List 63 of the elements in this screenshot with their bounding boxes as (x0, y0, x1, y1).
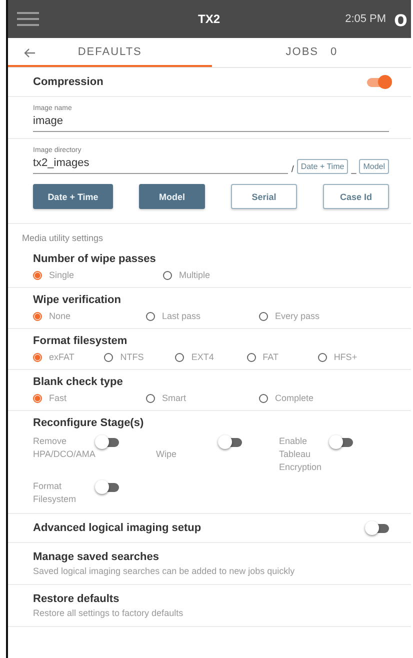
radio-button[interactable] (146, 312, 155, 320)
section-heading: Media utility settings (8, 223, 411, 247)
radio-button[interactable] (163, 270, 172, 280)
tab[interactable]: JOBS 0 (212, 38, 411, 67)
logo: o (394, 8, 407, 30)
group-title: Blank check type (33, 376, 124, 388)
toggle-label: Wipe (156, 448, 178, 462)
radio-label: Every pass (275, 311, 320, 321)
toggle-switch[interactable] (367, 78, 389, 86)
token-chip: Model (359, 159, 389, 174)
group-title: Number of wipe passes (33, 253, 157, 265)
radio-label: Complete (275, 393, 314, 403)
setting-label: Advanced logical imaging setup (33, 522, 202, 534)
radio-label: Smart (162, 393, 186, 403)
setting-label: Compression (33, 76, 104, 88)
radio-label: FAT (262, 352, 278, 362)
radio-label: EXT4 (191, 352, 214, 362)
toggle-label: Remove HPA/DCO/AMA (33, 435, 96, 462)
radio-button[interactable] (259, 312, 268, 320)
toggle-switch[interactable] (331, 438, 353, 447)
separator-text: _ (351, 164, 356, 174)
radio-label: Multiple (179, 270, 210, 280)
group-title: Wipe verification (33, 294, 122, 306)
token-button[interactable]: Case Id (323, 184, 389, 209)
token-button[interactable]: Date + Time (33, 184, 113, 209)
tab[interactable]: DEFAULTS (8, 38, 212, 67)
radio-button[interactable] (318, 352, 327, 362)
menu-item-description: Restore all settings to factory defaults (33, 608, 184, 618)
separator-text: / (291, 164, 294, 174)
menu-icon[interactable] (17, 12, 39, 26)
group-title: Reconfigure Stage(s) (33, 417, 145, 429)
radio-label: Last pass (162, 311, 201, 321)
radio-button[interactable] (33, 394, 42, 402)
radio-button[interactable] (33, 352, 42, 362)
back-arrow-icon[interactable] (24, 48, 36, 58)
toggle-switch[interactable] (97, 438, 119, 447)
toggle-label: Format Filesystem (33, 480, 78, 506)
app-title: TX2 (198, 12, 220, 26)
toggle-switch[interactable] (97, 483, 119, 492)
radio-button[interactable] (33, 270, 42, 280)
radio-button[interactable] (175, 352, 184, 362)
menu-item-title[interactable]: Manage saved searches (33, 551, 386, 564)
token-button[interactable]: Serial (231, 184, 297, 209)
menu-item-title[interactable]: Restore defaults (33, 593, 386, 606)
radio-label: exFAT (49, 352, 74, 362)
token-button[interactable]: Model (139, 184, 205, 209)
radio-button[interactable] (104, 352, 114, 362)
toggle-switch[interactable] (220, 438, 242, 447)
clock-time: 2:05 PM (345, 13, 386, 25)
menu-item-description: Saved logical imaging searches can be added to new jobs quickly (33, 566, 296, 576)
radio-label: None (49, 311, 71, 321)
radio-button[interactable] (246, 352, 256, 362)
toggle-label: Enable Tableau Encryption (279, 435, 323, 474)
radio-label: Fast (49, 393, 67, 403)
radio-button[interactable] (259, 394, 268, 402)
toggle-switch[interactable] (367, 524, 389, 533)
radio-label: NTFS (120, 352, 144, 362)
group-title: Format filesystem (33, 335, 128, 347)
radio-label: HFS+ (334, 352, 358, 362)
token-chip: Date + Time (296, 159, 348, 174)
radio-button[interactable] (146, 394, 155, 402)
radio-button[interactable] (33, 312, 42, 320)
radio-label: Single (49, 270, 74, 280)
